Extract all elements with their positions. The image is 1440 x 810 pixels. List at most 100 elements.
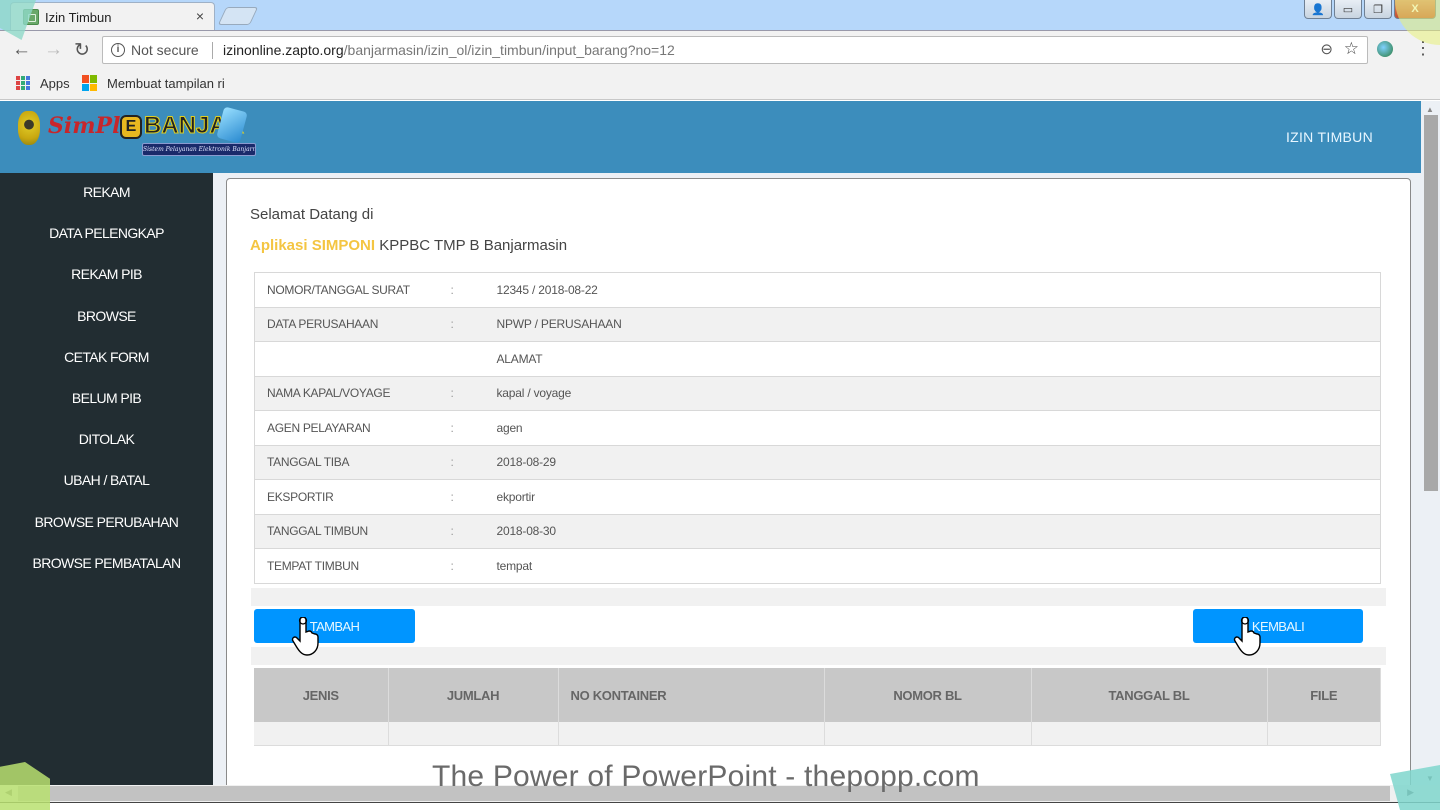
info-row: DATA PERUSAHAAN: NPWP / PERUSAHAAN xyxy=(254,307,1381,342)
column-header-no-kontainer[interactable]: NO KONTAINER xyxy=(558,668,825,722)
info-row: NOMOR/TANGGAL SURAT: 12345 / 2018-08-22 xyxy=(254,272,1381,307)
page-title: IZIN TIMBUN xyxy=(1285,129,1373,145)
url-path: /banjarmasin/izin_ol/izin_timbun/input_b… xyxy=(343,42,675,58)
sidebar-item-data-pelengkap[interactable]: DATA PELENGKAP xyxy=(0,214,213,255)
address-bar[interactable]: i Not secure izinonline.zapto.org/banjar… xyxy=(102,36,1368,64)
sidebar-item-rekam-pib[interactable]: REKAM PIB xyxy=(0,255,213,296)
table-cell xyxy=(1031,722,1268,746)
back-icon[interactable]: ← xyxy=(12,39,31,61)
column-header-jenis[interactable]: JENIS xyxy=(254,668,389,722)
bookmark-membuat-tampilan[interactable]: Membuat tampilan ri xyxy=(107,76,227,91)
info-colon: : xyxy=(450,386,454,401)
info-label: TEMPAT TIMBUN xyxy=(267,558,359,573)
browser-tab-active[interactable]: Izin Timbun × xyxy=(10,2,215,31)
letter-info-table: NOMOR/TANGGAL SURAT: 12345 / 2018-08-22 DA… xyxy=(254,272,1381,584)
info-label xyxy=(255,342,451,377)
info-value: agen xyxy=(496,420,523,435)
welcome-text: Selamat Datang di xyxy=(250,206,374,223)
info-value: ALAMAT xyxy=(496,351,543,366)
apps-grid-icon[interactable] xyxy=(16,76,30,90)
minimize-button[interactable]: ▭ xyxy=(1334,0,1362,19)
table-row xyxy=(254,722,1381,746)
info-value: 2018-08-30 xyxy=(496,524,557,539)
address-divider xyxy=(212,42,213,59)
browser-titlebar: Izin Timbun × 👤 ▭ ❐ X xyxy=(0,0,1440,31)
column-header-nomor-bl[interactable]: NOMOR BL xyxy=(824,668,1032,722)
kembali-button[interactable]: KEMBALI xyxy=(1193,609,1363,643)
zoom-out-icon[interactable]: ⊖ xyxy=(1320,40,1333,58)
sidebar-item-belum-pib[interactable]: BELUM PIB xyxy=(0,379,213,420)
table-cell xyxy=(824,722,1032,746)
info-label: TANGGAL TIMBUN xyxy=(267,524,368,539)
separator-band xyxy=(251,588,1386,606)
info-label: DATA PERUSAHAAN xyxy=(267,317,379,332)
sidebar-item-rekam[interactable]: REKAM xyxy=(0,173,213,214)
security-label[interactable]: Not secure xyxy=(131,42,199,58)
info-value: tempat xyxy=(496,558,533,573)
column-header-tanggal-bl[interactable]: TANGGAL BL xyxy=(1031,668,1268,722)
tambah-button[interactable]: TAMBAH xyxy=(254,609,415,643)
column-header-jumlah[interactable]: JUMLAH xyxy=(388,668,559,722)
info-colon: : xyxy=(450,317,454,332)
sidebar-item-ubah-batal[interactable]: UBAH / BATAL xyxy=(0,461,213,502)
url-text[interactable]: izinonline.zapto.org/banjarmasin/izin_ol… xyxy=(223,42,675,58)
info-value: NPWP / PERUSAHAAN xyxy=(496,317,622,332)
vertical-scrollbar[interactable]: ▲ ▼ xyxy=(1421,101,1440,785)
sidebar-item-browse-perubahan[interactable]: BROWSE PERUBAHAN xyxy=(0,503,213,544)
separator-band xyxy=(251,647,1386,665)
forward-icon[interactable]: → xyxy=(44,39,63,61)
bottom-edge xyxy=(0,802,1440,810)
info-label: NOMOR/TANGGAL SURAT xyxy=(267,282,410,297)
info-label: AGEN PELAYARAN xyxy=(267,420,371,435)
info-row: TEMPAT TIMBUN: tempat xyxy=(254,548,1381,583)
scroll-up-icon[interactable]: ▲ xyxy=(1426,105,1434,114)
info-row: NAMA KAPAL/VOYAGE: kapal / voyage xyxy=(254,376,1381,411)
tab-close-icon[interactable]: × xyxy=(196,8,204,24)
info-colon: : xyxy=(450,489,454,504)
new-tab-button[interactable] xyxy=(217,7,259,25)
info-row: TANGGAL TIBA: 2018-08-29 xyxy=(254,445,1381,480)
extension-icon[interactable] xyxy=(1377,41,1393,57)
info-value: 2018-08-29 xyxy=(496,455,557,470)
info-row: EKSPORTIR: ekportir xyxy=(254,479,1381,514)
info-value: 12345 / 2018-08-22 xyxy=(496,282,598,297)
table-cell xyxy=(388,722,559,746)
logo-tagline: Sistem Pelayanan Elektronik Banjarmasin xyxy=(142,143,256,156)
bookmark-star-icon[interactable]: ☆ xyxy=(1344,39,1359,59)
url-host: izinonline.zapto.org xyxy=(223,42,344,58)
app-name-line: Aplikasi SIMPONI KPPBC TMP B Banjarmasin xyxy=(250,237,567,254)
simpe-banjar-logo[interactable]: SimPl E BANJAR Sistem Pelayanan Elektron… xyxy=(16,106,260,159)
bookmark-apps[interactable]: Apps xyxy=(40,76,70,91)
sidebar: REKAM DATA PELENGKAP REKAM PIB BROWSE CE… xyxy=(0,173,213,785)
user-profile-button[interactable]: 👤 xyxy=(1304,0,1332,19)
info-label: NAMA KAPAL/VOYAGE xyxy=(267,386,391,401)
app-office: KPPBC TMP B Banjarmasin xyxy=(375,237,568,254)
info-colon: : xyxy=(450,282,454,297)
sidebar-item-ditolak[interactable]: DITOLAK xyxy=(0,420,213,461)
restore-button[interactable]: ❐ xyxy=(1364,0,1392,19)
app-name: Aplikasi SIMPONI xyxy=(250,237,376,254)
watermark-text: The Power of PowerPoint - thepopp.com xyxy=(432,760,980,793)
info-colon: : xyxy=(450,524,454,539)
info-label: EKSPORTIR xyxy=(267,489,334,504)
column-header-file[interactable]: FILE xyxy=(1267,668,1381,722)
info-row: ALAMAT xyxy=(254,341,1381,377)
info-icon[interactable]: i xyxy=(111,43,125,57)
info-row: TANGGAL TIMBUN: 2018-08-30 xyxy=(254,514,1381,549)
sidebar-item-browse[interactable]: BROWSE xyxy=(0,297,213,338)
bookmarks-bar: Apps Membuat tampilan ri xyxy=(0,68,1440,100)
table-cell xyxy=(1267,722,1381,746)
info-colon: : xyxy=(450,455,454,470)
vertical-scroll-thumb[interactable] xyxy=(1424,115,1438,491)
info-colon: : xyxy=(450,558,454,573)
info-colon xyxy=(451,342,497,377)
sidebar-item-cetak-form[interactable]: CETAK FORM xyxy=(0,338,213,379)
info-value: kapal / voyage xyxy=(496,386,572,401)
info-value: ekportir xyxy=(496,489,536,504)
emblem-icon xyxy=(18,111,40,145)
app-header: SimPl E BANJAR Sistem Pelayanan Elektron… xyxy=(0,101,1421,173)
sidebar-item-browse-pembatalan[interactable]: BROWSE PEMBATALAN xyxy=(0,544,213,585)
info-row: AGEN PELAYARAN: agen xyxy=(254,410,1381,445)
reload-icon[interactable]: ↻ xyxy=(74,39,90,62)
table-cell xyxy=(254,722,389,746)
